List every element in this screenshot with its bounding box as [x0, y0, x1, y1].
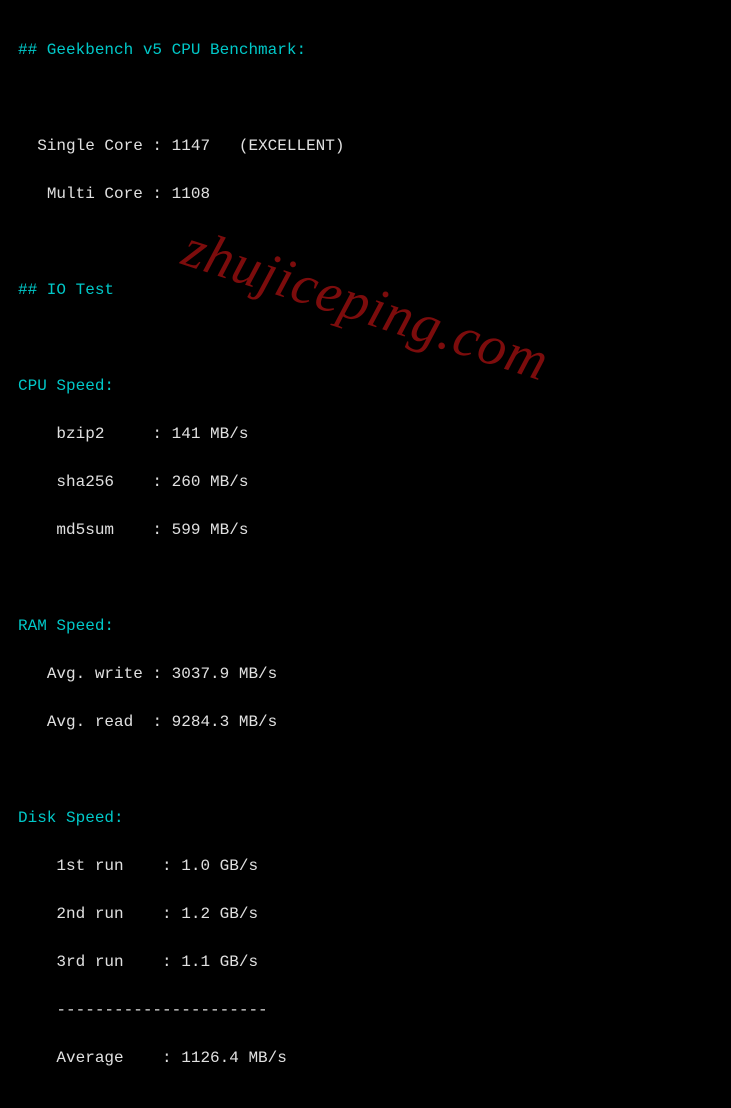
- disk-divider: ----------------------: [18, 998, 713, 1022]
- cpu-test-value: 141 MB/s: [172, 425, 249, 443]
- single-core-value: 1147: [172, 137, 210, 155]
- disk-run-name: 2nd run: [56, 905, 123, 923]
- cpu-speed-row: sha256 : 260 MB/s: [18, 470, 713, 494]
- geekbench-multi: Multi Core : 1108: [18, 182, 713, 206]
- ram-write-value: 3037.9 MB/s: [172, 665, 278, 683]
- ram-write-row: Avg. write : 3037.9 MB/s: [18, 662, 713, 686]
- blank-line: [18, 86, 713, 110]
- ram-write-label: Avg. write: [47, 665, 143, 683]
- disk-avg-label: Average: [56, 1049, 123, 1067]
- cpu-test-value: 260 MB/s: [172, 473, 249, 491]
- ram-read-value: 9284.3 MB/s: [172, 713, 278, 731]
- io-test-header: ## IO Test: [18, 278, 713, 302]
- disk-speed-header: Disk Speed:: [18, 806, 713, 830]
- cpu-speed-header: CPU Speed:: [18, 374, 713, 398]
- disk-run-row: 2nd run : 1.2 GB/s: [18, 902, 713, 926]
- multi-core-label: Multi Core: [47, 185, 143, 203]
- single-core-note: (EXCELLENT): [239, 137, 345, 155]
- disk-run-value: 1.2 GB/s: [181, 905, 258, 923]
- ram-read-row: Avg. read : 9284.3 MB/s: [18, 710, 713, 734]
- disk-run-name: 1st run: [56, 857, 123, 875]
- blank-line: [18, 326, 713, 350]
- terminal-output: ## Geekbench v5 CPU Benchmark: Single Co…: [0, 0, 731, 1108]
- blank-line: [18, 230, 713, 254]
- ram-read-label: Avg. read: [47, 713, 133, 731]
- cpu-test-value: 599 MB/s: [172, 521, 249, 539]
- single-core-label: Single Core: [37, 137, 143, 155]
- disk-average-row: Average : 1126.4 MB/s: [18, 1046, 713, 1070]
- disk-run-row: 1st run : 1.0 GB/s: [18, 854, 713, 878]
- disk-run-row: 3rd run : 1.1 GB/s: [18, 950, 713, 974]
- geekbench-header: ## Geekbench v5 CPU Benchmark:: [18, 38, 713, 62]
- geekbench-single: Single Core : 1147 (EXCELLENT): [18, 134, 713, 158]
- blank-line: [18, 566, 713, 590]
- blank-line: [18, 758, 713, 782]
- cpu-test-name: md5sum: [56, 521, 114, 539]
- cpu-test-name: sha256: [56, 473, 114, 491]
- ram-speed-header: RAM Speed:: [18, 614, 713, 638]
- cpu-test-name: bzip2: [56, 425, 104, 443]
- disk-run-name: 3rd run: [56, 953, 123, 971]
- disk-run-value: 1.1 GB/s: [181, 953, 258, 971]
- cpu-speed-row: bzip2 : 141 MB/s: [18, 422, 713, 446]
- multi-core-value: 1108: [172, 185, 210, 203]
- disk-avg-value: 1126.4 MB/s: [181, 1049, 287, 1067]
- cpu-speed-row: md5sum : 599 MB/s: [18, 518, 713, 542]
- disk-run-value: 1.0 GB/s: [181, 857, 258, 875]
